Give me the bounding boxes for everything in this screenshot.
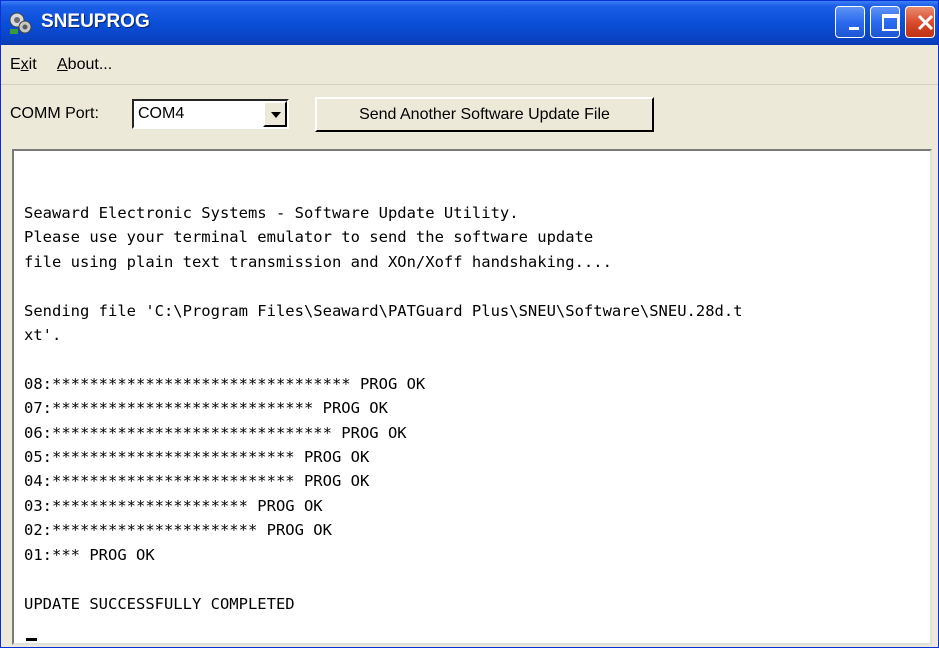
close-button[interactable] [905,6,935,38]
menu-bar: Exit About... [1,45,938,85]
dropdown-button[interactable] [263,101,287,127]
menu-about[interactable]: About... [57,56,112,74]
terminal-line: UPDATE SUCCESSFULLY COMPLETED [24,594,295,613]
menu-about-label: About... [57,56,113,73]
comm-port-label: COMM Port: [10,105,99,122]
terminal-line: 05:************************** PROG OK [24,448,370,467]
terminal-line: Please use your terminal emulator to sen… [24,228,594,247]
app-window: SNEUPROG Exit About... COMM Port: COM4 S… [0,0,939,648]
app-icon [8,10,34,36]
text-cursor [26,638,37,641]
minimize-button[interactable] [835,6,865,38]
toolbar: COMM Port: COM4 Send Another Software Up… [1,85,938,145]
terminal-line: 02:********************** PROG OK [24,521,332,540]
comm-port-select[interactable]: COM4 [132,99,289,129]
title-bar[interactable]: SNEUPROG [1,1,938,45]
menu-exit-label: Exit [10,56,37,73]
menu-exit[interactable]: Exit [10,56,37,74]
comm-port-value: COM4 [138,105,185,122]
terminal-line: 06:****************************** PROG O… [24,423,407,442]
send-update-file-button[interactable]: Send Another Software Update File [315,97,654,132]
maximize-icon [882,14,899,31]
minimize-icon [849,27,859,30]
terminal-text: Seaward Electronic Systems - Software Up… [24,201,924,616]
terminal-line: 03:********************* PROG OK [24,496,323,515]
terminal-line: Seaward Electronic Systems - Software Up… [24,204,519,222]
terminal-line: xt'. [24,326,62,345]
terminal-line: Sending file 'C:\Program Files\Seaward\P… [24,301,743,320]
terminal-line: 07:**************************** PROG OK [24,399,388,418]
maximize-button[interactable] [870,6,900,38]
terminal-line: 04:************************** PROG OK [24,472,370,491]
window-title: SNEUPROG [41,11,150,32]
terminal-output[interactable]: Seaward Electronic Systems - Software Up… [12,149,932,645]
chevron-down-icon [271,112,281,118]
terminal-line: file using plain text transmission and X… [24,252,612,271]
terminal-line: 08:******************************** PROG… [24,374,426,393]
terminal-line: 01:*** PROG OK [24,545,155,564]
close-icon [917,14,934,31]
